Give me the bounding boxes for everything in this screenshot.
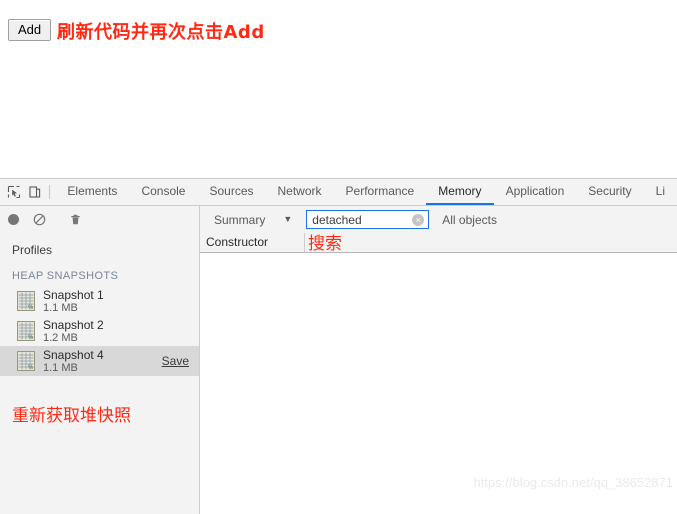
svg-text:%: %: [28, 365, 34, 371]
clear-search-icon[interactable]: ×: [412, 213, 425, 226]
tab-network[interactable]: Network: [266, 179, 334, 205]
tab-console[interactable]: Console: [129, 179, 197, 205]
page-annotation-text: 刷新代码并再次点击Add: [57, 22, 265, 43]
profiles-title: Profiles: [12, 243, 53, 257]
snapshot-size: 1.1 MB: [43, 361, 78, 374]
snapshot-size: 1.2 MB: [43, 331, 78, 344]
tab-elements[interactable]: Elements: [55, 179, 129, 205]
sidebar-annotation-text: 重新获取堆快照: [12, 406, 131, 426]
search-annotation-text: 搜索: [308, 234, 342, 254]
list-item-selected[interactable]: % Snapshot 4 1.1 MB Save: [0, 346, 199, 376]
add-button[interactable]: Add: [8, 19, 52, 41]
web-page-area: Add 刷新代码并再次点击Add: [0, 0, 677, 178]
record-dot: [7, 214, 19, 225]
grid-header-row: Constructor 搜索: [200, 233, 677, 254]
search-input[interactable]: [307, 211, 429, 228]
chevron-down-icon: ▼: [283, 214, 293, 224]
tab-performance[interactable]: Performance: [334, 179, 427, 205]
inspect-element-icon[interactable]: [3, 179, 24, 205]
memory-panel-body: Profiles HEAP SNAPSHOTS % Snapshot 1 1.1…: [0, 233, 677, 514]
tab-memory[interactable]: Memory: [426, 179, 494, 205]
heap-snapshot-grid: Constructor 搜索 https://blog.csdn.net/qq_…: [200, 233, 677, 514]
snapshot-name: Snapshot 1: [43, 287, 104, 302]
profiles-sidebar: Profiles HEAP SNAPSHOTS % Snapshot 1 1.1…: [0, 233, 200, 514]
record-icon[interactable]: [0, 206, 26, 233]
snapshot-info: Snapshot 1 1.1 MB: [43, 287, 189, 314]
tab-lighthouse[interactable]: Li: [644, 179, 677, 205]
view-select-value: Summary: [214, 212, 266, 227]
heap-snapshot-icon: %: [17, 351, 35, 371]
class-filter-wrapper: ×: [306, 210, 430, 229]
snapshot-size: 1.1 MB: [43, 301, 78, 314]
heap-snapshot-icon: %: [17, 291, 35, 311]
svg-text:%: %: [28, 335, 34, 341]
tab-application[interactable]: Application: [494, 179, 577, 205]
snapshot-name: Snapshot 2: [43, 317, 104, 332]
view-select[interactable]: Summary ▼: [209, 211, 296, 229]
heap-snapshots-section-label: HEAP SNAPSHOTS: [12, 270, 119, 282]
memory-toolbar-right: Summary ▼ × All objects: [201, 206, 677, 233]
devtools-tabbar: Elements Console Sources Network Perform…: [0, 179, 677, 206]
column-header-constructor[interactable]: Constructor: [200, 233, 305, 252]
snapshot-name: Snapshot 4: [43, 347, 104, 362]
objects-filter-select[interactable]: All objects: [442, 213, 497, 227]
snapshot-info: Snapshot 4 1.1 MB: [43, 347, 156, 374]
memory-toolbar-left: [0, 206, 200, 233]
trash-icon[interactable]: [62, 206, 88, 233]
svg-text:%: %: [28, 305, 34, 311]
tab-sources[interactable]: Sources: [197, 179, 265, 205]
devtools-panel: Elements Console Sources Network Perform…: [0, 178, 677, 514]
list-item[interactable]: % Snapshot 1 1.1 MB: [0, 286, 199, 316]
snapshot-info: Snapshot 2 1.2 MB: [43, 317, 189, 344]
device-toolbar-icon[interactable]: [24, 179, 45, 205]
clear-icon[interactable]: [26, 206, 52, 233]
heap-snapshot-icon: %: [17, 321, 35, 341]
tab-security[interactable]: Security: [576, 179, 643, 205]
save-snapshot-link[interactable]: Save: [162, 354, 189, 368]
toolbar-divider: [49, 185, 51, 199]
grid-body-empty: [200, 253, 677, 514]
list-item[interactable]: % Snapshot 2 1.2 MB: [0, 316, 199, 346]
